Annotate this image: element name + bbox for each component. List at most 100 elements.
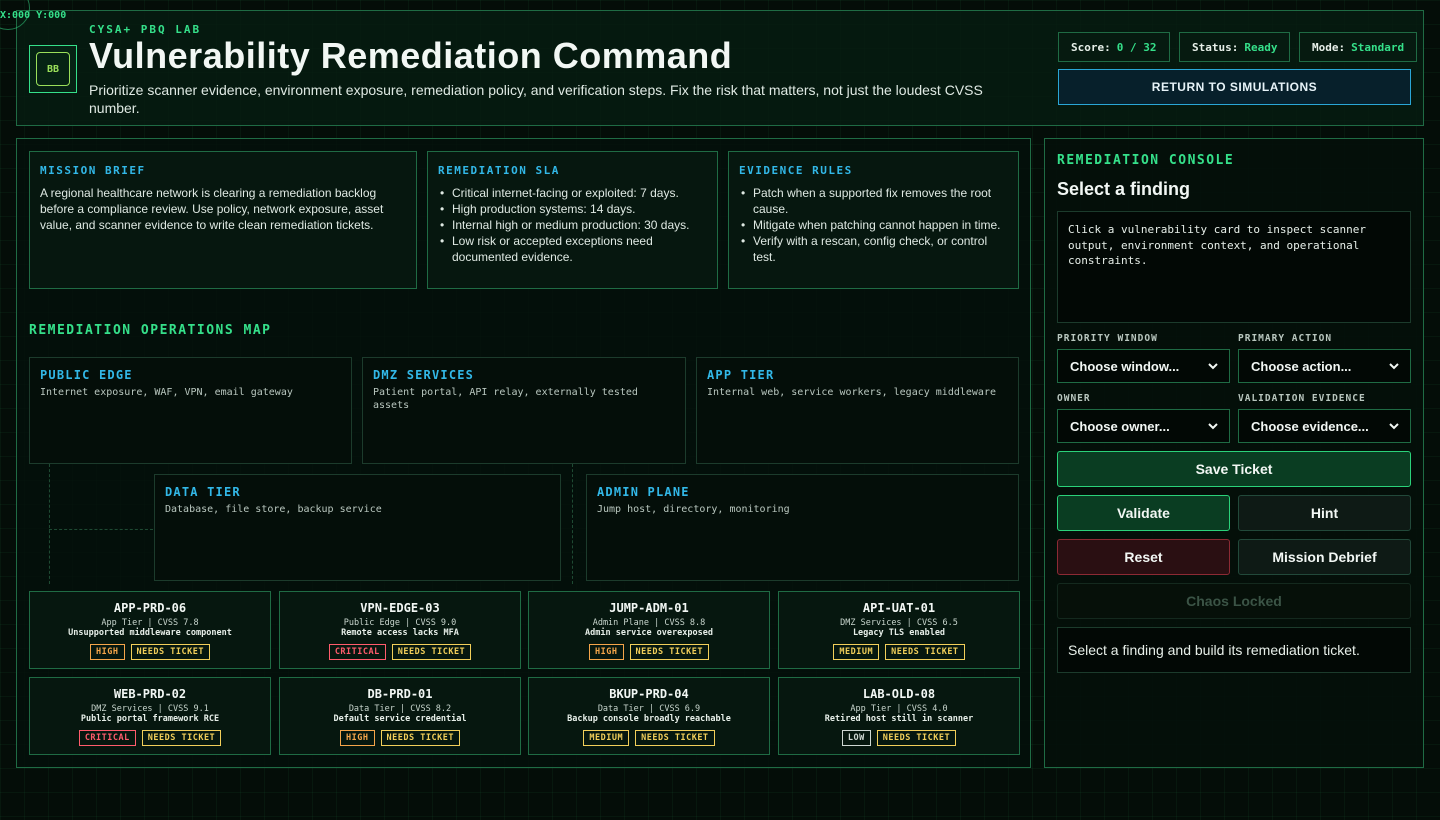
finding-card-api-uat-01[interactable]: API-UAT-01 DMZ Services | CVSS 6.5 Legac… xyxy=(778,591,1020,669)
sla-item: High production systems: 14 days. xyxy=(438,201,707,217)
finding-card-bkup-prd-04[interactable]: BKUP-PRD-04 Data Tier | CVSS 6.9 Backup … xyxy=(528,677,770,755)
reset-button[interactable]: Reset xyxy=(1057,539,1230,575)
hint-button[interactable]: Hint xyxy=(1238,495,1411,531)
finding-card-web-prd-02[interactable]: WEB-PRD-02 DMZ Services | CVSS 9.1 Publi… xyxy=(29,677,271,755)
console-subtitle: Select a finding xyxy=(1057,179,1191,199)
zone-title: PUBLIC EDGE xyxy=(40,368,133,382)
ticket-status-badge: NEEDS TICKET xyxy=(391,644,472,660)
finding-id: WEB-PRD-02 xyxy=(113,687,187,701)
sla-title: REMEDIATION SLA xyxy=(438,164,560,177)
finding-id: DB-PRD-01 xyxy=(367,687,433,701)
finding-meta: DMZ Services | CVSS 6.5 xyxy=(840,618,958,628)
sla-item: Internal high or medium production: 30 d… xyxy=(438,217,707,233)
priority-window-select[interactable]: Choose window... xyxy=(1057,349,1230,383)
finding-summary: Backup console broadly reachable xyxy=(567,714,731,724)
zone-description: Database, file store, backup service xyxy=(165,504,382,515)
severity-badge: HIGH xyxy=(589,644,624,660)
severity-badge: CRITICAL xyxy=(78,730,136,746)
validation-evidence-value: Choose evidence... xyxy=(1251,418,1369,434)
page-header: BB CYSA+ PBQ LAB Vulnerability Remediati… xyxy=(16,10,1424,126)
mode-label: Mode: xyxy=(1312,40,1346,54)
sla-list: Critical internet-facing or exploited: 7… xyxy=(438,185,707,265)
finding-card-jump-adm-01[interactable]: JUMP-ADM-01 Admin Plane | CVSS 8.8 Admin… xyxy=(528,591,770,669)
ticket-status-badge: NEEDS TICKET xyxy=(141,730,222,746)
mode-value: Standard xyxy=(1351,40,1405,54)
ticket-status-badge: NEEDS TICKET xyxy=(885,644,965,660)
finding-detail-panel: Click a vulnerability card to inspect sc… xyxy=(1057,211,1411,323)
chaos-locked-button: Chaos Locked xyxy=(1057,583,1411,619)
owner-select[interactable]: Choose owner... xyxy=(1057,409,1230,443)
zone-description: Patient portal, API relay, externally te… xyxy=(373,387,638,411)
logo-mark: BB xyxy=(36,52,70,86)
finding-summary: Remote access lacks MFA xyxy=(341,628,459,638)
severity-badge: HIGH xyxy=(340,730,375,746)
finding-card-app-prd-06[interactable]: APP-PRD-06 App Tier | CVSS 7.8 Unsupport… xyxy=(29,591,271,669)
evidence-rule-item: Mitigate when patching cannot happen in … xyxy=(739,217,1008,233)
ticket-status-badge: NEEDS TICKET xyxy=(876,730,957,746)
operations-map-title: REMEDIATION OPERATIONS MAP xyxy=(29,323,272,338)
finding-meta: Data Tier | CVSS 6.9 xyxy=(597,704,701,714)
finding-id: VPN-EDGE-03 xyxy=(360,601,440,615)
evidence-rules-list: Patch when a supported fix removes the r… xyxy=(739,185,1008,265)
mode-stat: Mode: Standard xyxy=(1299,32,1418,62)
finding-meta: DMZ Services | CVSS 9.1 xyxy=(91,704,209,714)
severity-badge: CRITICAL xyxy=(328,644,386,660)
sla-item: Critical internet-facing or exploited: 7… xyxy=(438,185,707,201)
finding-card-vpn-edge-03[interactable]: VPN-EDGE-03 Public Edge | CVSS 9.0 Remot… xyxy=(279,591,521,669)
sla-item: Low risk or accepted exceptions need doc… xyxy=(438,233,707,265)
zone-app-tier: APP TIER Internal web, service workers, … xyxy=(696,357,1019,464)
finding-id: JUMP-ADM-01 xyxy=(609,601,689,615)
zone-title: DMZ SERVICES xyxy=(373,368,475,382)
zone-admin-plane: ADMIN PLANE Jump host, directory, monito… xyxy=(586,474,1019,581)
score-label: Score: xyxy=(1071,40,1111,54)
evidence-rules-title: EVIDENCE RULES xyxy=(739,164,853,177)
coordinate-readout: X:000 Y:000 xyxy=(0,10,67,21)
ticket-status-badge: NEEDS TICKET xyxy=(380,730,460,746)
zone-title: DATA TIER xyxy=(165,485,241,499)
chevron-down-icon xyxy=(1389,363,1399,370)
primary-action-select[interactable]: Choose action... xyxy=(1238,349,1411,383)
validation-evidence-select[interactable]: Choose evidence... xyxy=(1238,409,1411,443)
finding-summary: Legacy TLS enabled xyxy=(852,628,946,638)
finding-summary: Public portal framework RCE xyxy=(80,714,220,724)
main-panel: MISSION BRIEF A regional healthcare netw… xyxy=(16,138,1031,768)
zone-dmz-services: DMZ SERVICES Patient portal, API relay, … xyxy=(362,357,686,464)
mission-brief-title: MISSION BRIEF xyxy=(40,164,146,177)
console-status-message: Select a finding and build its remediati… xyxy=(1057,627,1411,673)
finding-summary: Default service credential xyxy=(333,714,467,724)
priority-window-label: PRIORITY WINDOW xyxy=(1057,333,1158,344)
page-subtitle: Prioritize scanner evidence, environment… xyxy=(89,82,983,116)
zone-public-edge: PUBLIC EDGE Internet exposure, WAF, VPN,… xyxy=(29,357,352,464)
evidence-rule-item: Verify with a rescan, config check, or c… xyxy=(739,233,1008,265)
mission-brief-text: A regional healthcare network is clearin… xyxy=(40,186,384,232)
evidence-rules-card: EVIDENCE RULES Patch when a supported fi… xyxy=(728,151,1019,289)
finding-id: API-UAT-01 xyxy=(862,601,936,615)
save-ticket-button[interactable]: Save Ticket xyxy=(1057,451,1411,487)
finding-card-lab-old-08[interactable]: LAB-OLD-08 App Tier | CVSS 4.0 Retired h… xyxy=(778,677,1020,755)
status-value: Ready xyxy=(1244,40,1278,54)
primary-action-label: PRIMARY ACTION xyxy=(1238,333,1333,344)
score-value: 0 / 32 xyxy=(1116,40,1157,54)
finding-meta: Data Tier | CVSS 8.2 xyxy=(348,704,452,714)
map-connector xyxy=(49,464,50,584)
ticket-status-badge: NEEDS TICKET xyxy=(635,730,715,746)
finding-meta: App Tier | CVSS 7.8 xyxy=(101,618,199,628)
map-connector xyxy=(49,529,153,530)
status-label: Status: xyxy=(1192,40,1239,54)
primary-action-value: Choose action... xyxy=(1251,358,1352,374)
zone-description: Internet exposure, WAF, VPN, email gatew… xyxy=(40,387,293,398)
mission-debrief-button[interactable]: Mission Debrief xyxy=(1238,539,1411,575)
severity-badge: HIGH xyxy=(90,644,125,660)
chevron-down-icon xyxy=(1208,363,1218,370)
finding-summary: Retired host still in scanner xyxy=(824,714,974,724)
status-stat: Status: Ready xyxy=(1179,32,1291,62)
validate-button[interactable]: Validate xyxy=(1057,495,1230,531)
app-logo: BB xyxy=(29,45,77,93)
remediation-sla-card: REMEDIATION SLA Critical internet-facing… xyxy=(427,151,718,289)
zone-description: Jump host, directory, monitoring xyxy=(597,504,790,515)
return-to-simulations-button[interactable]: RETURN TO SIMULATIONS xyxy=(1058,69,1411,105)
console-title: REMEDIATION CONSOLE xyxy=(1057,153,1235,168)
finding-card-db-prd-01[interactable]: DB-PRD-01 Data Tier | CVSS 8.2 Default s… xyxy=(279,677,521,755)
zone-data-tier: DATA TIER Database, file store, backup s… xyxy=(154,474,561,581)
zone-title: APP TIER xyxy=(707,368,775,382)
